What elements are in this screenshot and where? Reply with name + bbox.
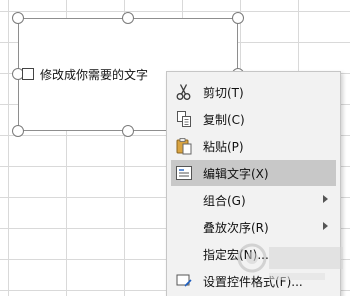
menu-item-label: 剪切(T) [203, 86, 244, 100]
scissors-icon [176, 84, 191, 100]
menu-item-label: 粘贴(P) [203, 140, 244, 154]
menu-item-label: 指定宏(N)... [203, 248, 269, 262]
menu-item-assign-macro[interactable]: 指定宏(N)... [171, 241, 336, 267]
menu-item-paste[interactable]: 粘贴(P) [171, 133, 336, 159]
resize-handle-bottom-left[interactable] [12, 125, 24, 137]
menu-item-label: 叠放次序(R) [203, 221, 269, 235]
submenu-arrow-icon [323, 195, 328, 203]
resize-handle-top-left[interactable] [12, 12, 24, 24]
checkbox-form-control[interactable]: 修改成你需要的文字 [22, 66, 148, 82]
menu-item-order[interactable]: 叠放次序(R) [171, 214, 336, 240]
edit-text-icon [176, 166, 192, 180]
menu-item-label: 复制(C) [203, 113, 245, 127]
menu-item-label: 组合(G) [203, 194, 246, 208]
submenu-arrow-icon [323, 222, 328, 230]
resize-handle-bottom-middle[interactable] [122, 125, 134, 137]
copy-icon [177, 111, 191, 127]
menu-item-label: 设置控件格式(F)... [203, 275, 303, 289]
checkbox-box[interactable] [22, 68, 34, 80]
context-menu: 剪切(T) 复制(C) 粘贴(P) 编辑文字(X) 组合(G) 叠放次序(R) … [166, 71, 341, 296]
resize-handle-top-right[interactable] [232, 12, 244, 24]
menu-item-label: 编辑文字(X) [203, 167, 269, 181]
paste-icon [176, 138, 192, 155]
format-control-icon [176, 274, 192, 287]
spreadsheet-canvas[interactable]: 修改成你需要的文字 剪切(T) 复制(C) 粘贴(P) 编辑文字(X) 组合(G… [0, 0, 350, 296]
menu-item-copy[interactable]: 复制(C) [171, 106, 336, 132]
checkbox-label: 修改成你需要的文字 [40, 67, 149, 82]
menu-item-edit-text[interactable]: 编辑文字(X) [171, 160, 336, 186]
menu-item-cut[interactable]: 剪切(T) [171, 79, 336, 105]
menu-item-format-control[interactable]: 设置控件格式(F)... [171, 268, 336, 294]
resize-handle-top-middle[interactable] [122, 12, 134, 24]
menu-item-group[interactable]: 组合(G) [171, 187, 336, 213]
